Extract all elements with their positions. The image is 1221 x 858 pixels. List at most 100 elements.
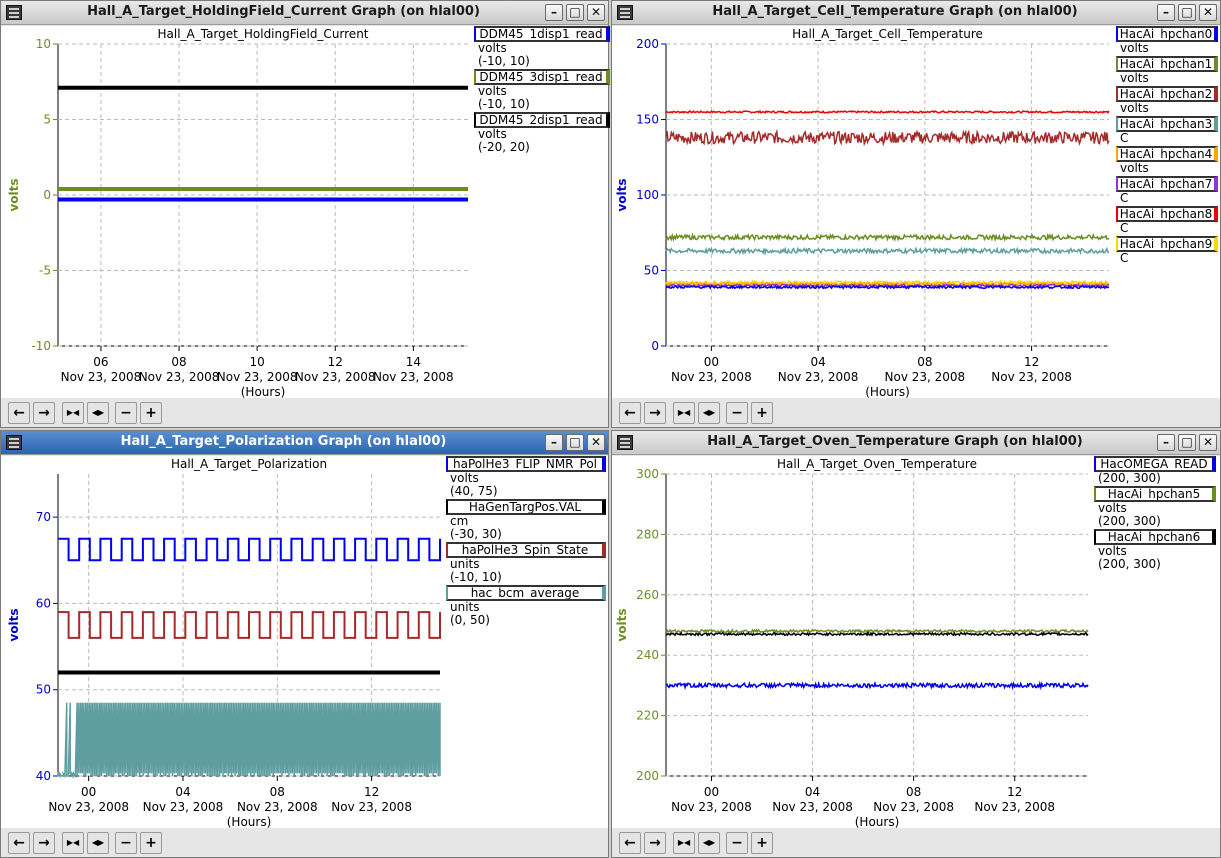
plot-area[interactable]: Hall_A_Target_Cell_Temperature 200 150 100 5… <box>612 26 1220 398</box>
maximize-button[interactable]: □ <box>1178 4 1196 21</box>
minimize-button[interactable]: – <box>545 4 563 21</box>
legend-series-name[interactable]: HacAi_hpchan3 <box>1116 116 1218 132</box>
close-button[interactable]: ✕ <box>587 4 605 21</box>
maximize-button[interactable]: □ <box>1178 434 1196 451</box>
plus-icon[interactable]: + <box>751 832 773 854</box>
minimize-button[interactable]: – <box>1157 4 1175 21</box>
legend-series-name[interactable]: HacAi_hpchan8 <box>1116 206 1218 222</box>
arrow-left-icon[interactable]: ← <box>8 832 30 854</box>
maximize-button[interactable]: □ <box>566 434 584 451</box>
zoom-out-x-icon[interactable]: ◀▶ <box>698 832 720 854</box>
minus-icon[interactable]: − <box>115 832 137 854</box>
x-tick-date-label: Nov 23, 2008 <box>991 370 1072 384</box>
legend-series-name[interactable]: DDM45_2disp1_read <box>474 112 610 128</box>
legend-series-unit: volts <box>1120 161 1149 175</box>
zoom-out-x-icon[interactable]: ◀▶ <box>87 402 109 424</box>
legend-series-name[interactable]: hac_bcm_average <box>446 585 606 601</box>
legend-item: haPolHe3_FLIP_NMR_Pol volts (40, 75) <box>446 456 606 498</box>
legend-item: HacAi_hpchan0 volts <box>1116 26 1218 55</box>
x-tick-date-label: Nov 23, 2008 <box>237 800 318 814</box>
legend-series-unit: C <box>1120 251 1129 265</box>
x-tick-date-label: Nov 23, 2008 <box>671 800 752 814</box>
legend-series-range: (200, 300) <box>1098 471 1161 485</box>
y-tick-label: 240 <box>636 648 659 662</box>
arrow-left-icon[interactable]: ← <box>619 832 641 854</box>
close-button[interactable]: ✕ <box>587 434 605 451</box>
window-oven-temperature: Hall_A_Target_Oven_Temperature Graph (on… <box>611 430 1221 858</box>
y-tick-label: 50 <box>644 264 659 278</box>
arrow-right-icon[interactable]: → <box>33 832 55 854</box>
plot-area[interactable]: Hall_A_Target_HoldingField_Current 10 5 0 -5… <box>1 26 610 398</box>
close-button[interactable]: ✕ <box>1199 434 1217 451</box>
legend-series-name[interactable]: HacAi_hpchan7 <box>1116 176 1218 192</box>
title-bar[interactable]: Hall_A_Target_Oven_Temperature Graph (on… <box>612 431 1220 455</box>
chart-title: Hall_A_Target_HoldingField_Current <box>157 27 368 41</box>
legend-series-name[interactable]: HaGenTargPos.VAL <box>446 499 606 515</box>
legend-series-name[interactable]: haPolHe3_Spin_State <box>446 542 606 558</box>
x-tick-label: 10 <box>250 355 265 369</box>
minus-icon[interactable]: − <box>115 402 137 424</box>
arrow-right-icon[interactable]: → <box>644 402 666 424</box>
legend-item: HacAi_hpchan7 C <box>1116 176 1218 205</box>
series-line <box>665 628 1089 634</box>
legend-series-name[interactable]: HacAi_hpchan5 <box>1094 486 1216 502</box>
x-tick-label: 14 <box>406 355 421 369</box>
minimize-button[interactable]: – <box>1157 434 1175 451</box>
plot-area[interactable]: Hall_A_Target_Polarization 70 60 50 40 00 Nov … <box>1 456 608 828</box>
window-menu-icon[interactable] <box>617 5 633 20</box>
maximize-button[interactable]: □ <box>566 4 584 21</box>
legend-series-name[interactable]: HacAi_hpchan0 <box>1116 26 1218 42</box>
zoom-in-x-icon[interactable]: ▶◀ <box>673 832 695 854</box>
title-bar[interactable]: Hall_A_Target_HoldingField_Current Graph… <box>1 1 608 25</box>
legend-series-name[interactable]: HacAi_hpchan6 <box>1094 529 1216 545</box>
zoom-out-x-icon[interactable]: ◀▶ <box>698 402 720 424</box>
close-button[interactable]: ✕ <box>1199 4 1217 21</box>
legend-series-unit: C <box>1120 191 1129 205</box>
legend-series-name[interactable]: DDM45_3disp1_read <box>474 69 610 85</box>
y-tick-label: 5 <box>43 113 51 127</box>
legend-series-name[interactable]: HacAi_hpchan4 <box>1116 146 1218 162</box>
series-line <box>665 128 1110 147</box>
legend-item: DDM45_3disp1_read volts (-10, 10) <box>474 69 610 111</box>
legend: DDM45_1disp1_read volts (-10, 10) DDM45_3di… <box>474 26 610 155</box>
zoom-out-x-icon[interactable]: ◀▶ <box>87 832 109 854</box>
zoom-in-x-icon[interactable]: ▶◀ <box>62 402 84 424</box>
window-menu-icon[interactable] <box>617 435 633 450</box>
y-tick-label: 0 <box>43 188 51 202</box>
window-menu-icon[interactable] <box>6 5 22 20</box>
minus-icon[interactable]: − <box>726 402 748 424</box>
legend-series-name[interactable]: DDM45_1disp1_read <box>474 26 610 42</box>
minimize-button[interactable]: – <box>545 434 563 451</box>
arrow-right-icon[interactable]: → <box>33 402 55 424</box>
plus-icon[interactable]: + <box>140 832 162 854</box>
zoom-in-x-icon[interactable]: ▶◀ <box>673 402 695 424</box>
window-menu-icon[interactable] <box>6 435 22 450</box>
y-axis-label: volts <box>7 608 21 641</box>
zoom-in-x-icon[interactable]: ▶◀ <box>62 832 84 854</box>
window-cell-temperature: Hall_A_Target_Cell_Temperature Graph (on… <box>611 0 1221 428</box>
minus-icon[interactable]: − <box>726 832 748 854</box>
chart-title: Hall_A_Target_Oven_Temperature <box>777 457 977 471</box>
legend-series-name[interactable]: HacOMEGA_READ <box>1094 456 1216 472</box>
y-axis-label: volts <box>7 178 21 211</box>
x-tick-date-label: Nov 23, 2008 <box>217 370 298 384</box>
title-bar[interactable]: Hall_A_Target_Cell_Temperature Graph (on… <box>612 1 1220 25</box>
title-bar[interactable]: Hall_A_Target_Polarization Graph (on hla… <box>1 431 608 455</box>
legend-series-name[interactable]: HacAi_hpchan2 <box>1116 86 1218 102</box>
legend: haPolHe3_FLIP_NMR_Pol volts (40, 75) HaGenT… <box>446 456 606 628</box>
arrow-right-icon[interactable]: → <box>644 832 666 854</box>
legend-item: HacAi_hpchan5 volts (200, 300) <box>1094 486 1216 528</box>
plus-icon[interactable]: + <box>140 402 162 424</box>
legend-series-range: (40, 75) <box>450 484 498 498</box>
plot-area[interactable]: Hall_A_Target_Oven_Temperature 300 280 260 2… <box>612 456 1220 828</box>
y-tick-label: 40 <box>36 769 51 783</box>
legend-series-name[interactable]: haPolHe3_FLIP_NMR_Pol <box>446 456 606 472</box>
x-axis-label: (Hours) <box>241 385 286 398</box>
plus-icon[interactable]: + <box>751 402 773 424</box>
legend-series-name[interactable]: HacAi_hpchan1 <box>1116 56 1218 72</box>
legend-item: haPolHe3_Spin_State units (-10, 10) <box>446 542 606 584</box>
legend-series-name[interactable]: HacAi_hpchan9 <box>1116 236 1218 252</box>
arrow-left-icon[interactable]: ← <box>8 402 30 424</box>
legend-item: HacAi_hpchan6 volts (200, 300) <box>1094 529 1216 571</box>
arrow-left-icon[interactable]: ← <box>619 402 641 424</box>
